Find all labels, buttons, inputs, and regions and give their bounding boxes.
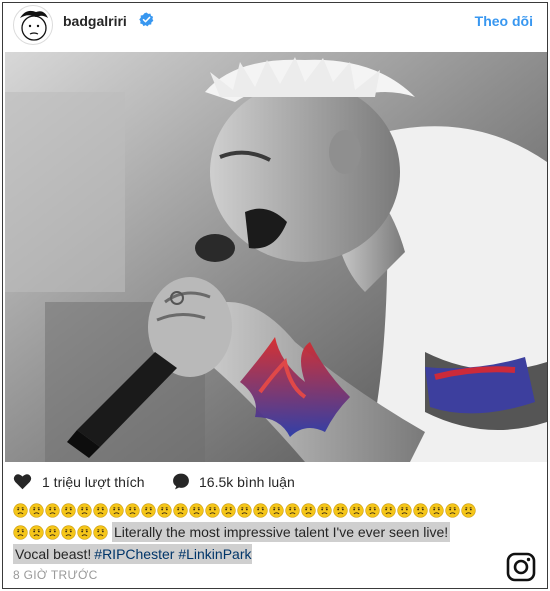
worried-face-emoji-icon bbox=[285, 502, 300, 518]
worried-face-emoji-icon bbox=[397, 502, 412, 518]
username[interactable]: badgalriri bbox=[63, 13, 127, 29]
hashtag-list: #RIPChester #LinkinPark bbox=[93, 544, 253, 564]
avatar[interactable] bbox=[13, 5, 53, 45]
worried-face-emoji-icon bbox=[269, 502, 284, 518]
timestamp[interactable]: 8 GIỜ TRƯỚC bbox=[13, 568, 98, 582]
instagram-icon[interactable] bbox=[506, 552, 536, 582]
caption: Literally the most impressive talent I'v… bbox=[13, 500, 533, 565]
worried-face-emoji-icon bbox=[77, 502, 92, 518]
caption-text: Literally the most impressive talent I'v… bbox=[112, 522, 451, 542]
worried-face-emoji-icon bbox=[205, 502, 220, 518]
worried-face-emoji-icon bbox=[93, 524, 108, 540]
post-header: badgalriri Theo dõi bbox=[3, 3, 547, 51]
worried-face-emoji-icon bbox=[189, 502, 204, 518]
worried-face-emoji-icon bbox=[13, 502, 28, 518]
comments-count[interactable]: 16.5k bình luận bbox=[199, 474, 295, 490]
post-photo[interactable] bbox=[5, 52, 547, 462]
worried-face-emoji-icon bbox=[237, 502, 252, 518]
worried-face-emoji-icon bbox=[253, 502, 268, 518]
worried-face-emoji-icon bbox=[429, 502, 444, 518]
emoji-row bbox=[13, 500, 533, 520]
worried-face-emoji-icon bbox=[173, 502, 188, 518]
follow-button[interactable]: Theo dõi bbox=[475, 13, 533, 29]
worried-face-emoji-icon bbox=[445, 502, 460, 518]
worried-face-emoji-icon bbox=[61, 502, 76, 518]
emoji-group bbox=[13, 524, 109, 540]
worried-face-emoji-icon bbox=[365, 502, 380, 518]
worried-face-emoji-icon bbox=[141, 502, 156, 518]
likes-count[interactable]: 1 triệu lượt thích bbox=[42, 474, 145, 490]
worried-face-emoji-icon bbox=[109, 502, 124, 518]
comment-bubble-icon[interactable] bbox=[171, 472, 191, 491]
worried-face-emoji-icon bbox=[13, 524, 28, 540]
worried-face-emoji-icon bbox=[413, 502, 428, 518]
worried-face-emoji-icon bbox=[381, 502, 396, 518]
worried-face-emoji-icon bbox=[77, 524, 92, 540]
worried-face-emoji-icon bbox=[93, 502, 108, 518]
hashtag-link[interactable]: #LinkinPark bbox=[178, 546, 251, 562]
worried-face-emoji-icon bbox=[333, 502, 348, 518]
worried-face-emoji-icon bbox=[317, 502, 332, 518]
heart-icon[interactable] bbox=[13, 473, 32, 490]
verified-badge-icon bbox=[139, 12, 154, 27]
worried-face-emoji-icon bbox=[349, 502, 364, 518]
hashtag-link[interactable]: #RIPChester bbox=[94, 546, 174, 562]
post-card: badgalriri Theo dõi 1 triệu lượt thích 1… bbox=[2, 2, 548, 589]
action-bar: 1 triệu lượt thích 16.5k bình luận bbox=[3, 469, 547, 495]
worried-face-emoji-icon bbox=[45, 524, 60, 540]
worried-face-emoji-icon bbox=[29, 502, 44, 518]
caption-line: Vocal beast! #RIPChester #LinkinPark bbox=[13, 543, 533, 565]
worried-face-emoji-icon bbox=[45, 502, 60, 518]
caption-text-2: Vocal beast! bbox=[13, 544, 94, 564]
worried-face-emoji-icon bbox=[461, 502, 476, 518]
worried-face-emoji-icon bbox=[157, 502, 172, 518]
worried-face-emoji-icon bbox=[125, 502, 140, 518]
caption-line: Literally the most impressive talent I'v… bbox=[13, 521, 533, 543]
worried-face-emoji-icon bbox=[301, 502, 316, 518]
worried-face-emoji-icon bbox=[29, 524, 44, 540]
worried-face-emoji-icon bbox=[61, 524, 76, 540]
worried-face-emoji-icon bbox=[221, 502, 236, 518]
